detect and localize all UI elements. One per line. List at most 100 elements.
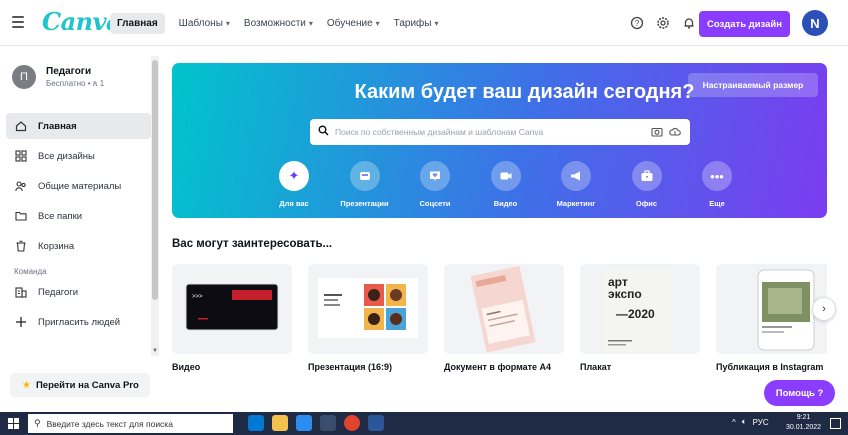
search-icon [318, 125, 329, 139]
card-video[interactable]: >>> Видео [172, 264, 292, 372]
chevron-down-icon: ▾ [225, 19, 230, 28]
sidebar-item-home[interactable]: Главная [6, 113, 151, 139]
briefcase-icon [631, 161, 662, 191]
team-card[interactable]: П Педагоги Бесплатно • ጰ 1 [12, 65, 104, 89]
svg-text:?: ? [635, 19, 640, 28]
taskbar-apps [248, 415, 392, 431]
create-design-button[interactable]: Создать дизайн [699, 11, 790, 37]
card-thumbnail [444, 264, 564, 354]
sparkle-icon: ✦ [279, 161, 309, 191]
trash-icon [14, 239, 28, 253]
category-marketing[interactable]: Маркетинг [550, 161, 602, 208]
file-explorer-icon[interactable] [272, 415, 288, 431]
sidebar: П Педагоги Бесплатно • ጰ 1 Главная Все д… [0, 47, 160, 412]
chevron-up-icon[interactable]: ^ [732, 418, 736, 427]
folder-icon [14, 209, 28, 223]
sidebar-scrollbar[interactable]: ▼ [151, 56, 159, 356]
sidebar-item-team[interactable]: Педагоги [6, 279, 151, 305]
category-presentations[interactable]: Презентации [339, 161, 391, 208]
help-icon[interactable]: ? [628, 14, 646, 32]
more-icon: ••• [702, 161, 732, 191]
main-nav: Главная Шаблоны ▾ Возможности ▾ Обучение ▾ … [110, 13, 452, 34]
system-clock[interactable]: 9:21 30.01.2022 [786, 413, 821, 433]
custom-size-button[interactable]: Настраиваемый размер [688, 73, 818, 97]
sidebar-item-all-designs[interactable]: Все дизайны [6, 143, 151, 169]
team-plan: Бесплатно • ጰ 1 [46, 78, 105, 88]
store-icon[interactable] [296, 415, 312, 431]
sidebar-section-team: Команда [14, 266, 47, 276]
people-icon [14, 179, 28, 193]
windows-taskbar: ⚲ Введите здесь текст для поиска ^ 🔈︎ РУ… [0, 412, 848, 435]
card-thumbnail: арт экспо —2020 [580, 264, 700, 354]
chevron-right-icon: › [822, 303, 826, 315]
gear-icon[interactable] [654, 14, 672, 32]
sidebar-list: Главная Все дизайны Общие материалы Все … [6, 113, 151, 339]
chevron-down-icon: ▾ [308, 19, 313, 28]
megaphone-icon [561, 161, 591, 191]
svg-text:>>>: >>> [192, 294, 203, 300]
building-icon [14, 285, 28, 299]
system-tray: ^ 🔈︎ РУС [732, 417, 775, 427]
word-icon[interactable] [368, 415, 384, 431]
top-header: Canva Главная Шаблоны ▾ Возможности ▾ Обуч… [0, 0, 848, 46]
upgrade-pro-button[interactable]: ★ Перейти на Canva Pro [10, 373, 150, 397]
avatar[interactable]: N [802, 10, 828, 36]
header-icons: ? [620, 14, 698, 32]
category-more[interactable]: ••• Еще [691, 161, 743, 208]
notifications-icon[interactable] [830, 418, 841, 429]
nav-templates[interactable]: Шаблоны ▾ [179, 13, 230, 34]
card-document-a4[interactable]: Документ в формате А4 [444, 264, 564, 372]
category-social[interactable]: Соцсети [409, 161, 461, 208]
bell-icon[interactable] [680, 14, 698, 32]
card-thumbnail [308, 264, 428, 354]
chevron-down-icon: ▾ [434, 19, 439, 28]
menu-icon[interactable] [12, 16, 24, 28]
calculator-icon[interactable] [320, 415, 336, 431]
camera-icon[interactable] [650, 124, 664, 138]
team-avatar: П [12, 65, 36, 89]
category-office[interactable]: Офис [621, 161, 673, 208]
hero-banner: Каким будет ваш дизайн сегодня? Настраив… [172, 63, 827, 218]
presentation-icon [349, 161, 380, 191]
category-row: ✦ Для вас Презентации Соцсети Видео Марк… [268, 161, 762, 208]
upload-icon[interactable] [668, 124, 682, 138]
sidebar-item-shared[interactable]: Общие материалы [6, 173, 151, 199]
suggestions-row: >>> Видео Презентация (16:9) Документ в … [172, 264, 827, 374]
language-indicator[interactable]: РУС [753, 418, 769, 427]
taskbar-search-placeholder: Введите здесь текст для поиска [46, 418, 173, 429]
card-thumbnail: >>> [172, 264, 292, 354]
category-video[interactable]: Видео [480, 161, 532, 208]
taskbar-search[interactable]: ⚲ Введите здесь текст для поиска [28, 414, 233, 433]
card-presentation[interactable]: Презентация (16:9) [308, 264, 428, 372]
sidebar-item-trash[interactable]: Корзина [6, 233, 151, 259]
video-icon [490, 161, 521, 191]
edge-icon[interactable] [248, 415, 264, 431]
carousel-next-button[interactable]: › [812, 297, 836, 321]
card-thumbnail [716, 264, 827, 354]
design-search[interactable] [310, 119, 690, 145]
sidebar-item-folders[interactable]: Все папки [6, 203, 151, 229]
home-icon [14, 119, 28, 133]
plus-icon [14, 315, 28, 329]
sidebar-item-invite[interactable]: Пригласить людей [6, 309, 151, 335]
chevron-down-icon: ▾ [375, 19, 380, 28]
poster-text-3: —2020 [616, 307, 655, 321]
help-button[interactable]: Помощь ? [764, 380, 835, 406]
heart-chat-icon [420, 161, 450, 191]
nav-pricing[interactable]: Тарифы ▾ [394, 13, 439, 34]
star-icon: ★ [22, 379, 31, 391]
card-instagram-post[interactable]: Публикация в Instagram [716, 264, 827, 372]
search-icon: ⚲ [34, 418, 41, 428]
nav-home[interactable]: Главная [110, 13, 165, 34]
chrome-icon[interactable] [344, 415, 360, 431]
category-for-you[interactable]: ✦ Для вас [268, 161, 320, 208]
grid-icon [14, 149, 28, 163]
search-input[interactable] [335, 127, 635, 137]
speaker-icon[interactable]: 🔈︎ [742, 417, 747, 427]
nav-learn[interactable]: Обучение ▾ [327, 13, 380, 34]
team-name: Педагоги [46, 65, 92, 77]
windows-start-icon[interactable] [8, 418, 19, 429]
suggestions-title: Вас могут заинтересовать... [172, 238, 333, 250]
nav-features[interactable]: Возможности ▾ [244, 13, 313, 34]
card-poster[interactable]: арт экспо —2020 Плакат [580, 264, 700, 372]
